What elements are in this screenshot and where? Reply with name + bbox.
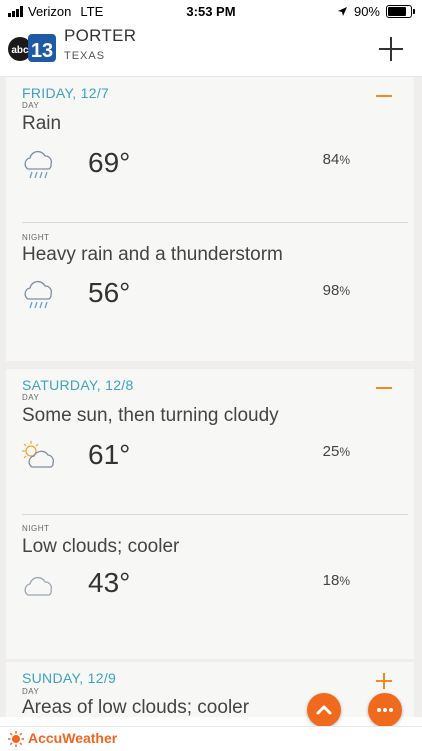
- rain-cloud-icon: [24, 150, 52, 179]
- svg-text:13: 13: [31, 40, 53, 62]
- period-label: DAY: [22, 687, 40, 696]
- day-card-sunday: SUNDAY, 12/9 DAY Areas of low clouds; co…: [6, 662, 414, 717]
- accuweather-sun-icon: [8, 731, 24, 747]
- partly-sunny-icon: [22, 441, 54, 468]
- battery-icon: [386, 5, 415, 18]
- scroll-up-button[interactable]: [307, 693, 341, 727]
- period-label: DAY: [22, 393, 40, 402]
- precip-probability: 98%: [322, 282, 350, 299]
- weather-phrase: Areas of low clouds; cooler: [22, 697, 250, 717]
- temperature: 69°: [88, 147, 131, 178]
- day-date: SATURDAY, 12/8: [22, 377, 134, 393]
- add-location-button[interactable]: [378, 36, 404, 62]
- day-card-friday: FRIDAY, 12/7 DAY Rain 69° 84% NIGHT Heav…: [6, 77, 414, 361]
- period-divider: [22, 514, 408, 515]
- rain-cloud-icon: [24, 280, 52, 309]
- forecast-list[interactable]: FRIDAY, 12/7 DAY Rain 69° 84% NIGHT Heav…: [0, 77, 422, 717]
- abc13-logo: abc 13: [8, 34, 56, 62]
- chevron-up-icon: [316, 705, 332, 715]
- collapse-toggle-button[interactable]: [376, 88, 392, 104]
- precip-probability: 25%: [322, 443, 350, 460]
- period-label: NIGHT: [22, 524, 50, 533]
- weather-phrase: Rain: [22, 113, 62, 134]
- location-arrow-icon: [337, 7, 347, 16]
- precip-probability: 84%: [322, 151, 350, 168]
- day-date: FRIDAY, 12/7: [22, 85, 110, 101]
- accuweather-brand[interactable]: AccuWeather: [28, 730, 117, 746]
- app-header: abc 13 PORTER TEXAS: [0, 24, 422, 77]
- location-state: TEXAS: [64, 50, 106, 62]
- temperature: 61°: [88, 439, 131, 470]
- weather-phrase: Some sun, then turning cloudy: [22, 405, 279, 426]
- day-card-saturday: SATURDAY, 12/8 DAY Some sun, then turnin…: [6, 369, 414, 659]
- period-label: NIGHT: [22, 233, 50, 242]
- precip-probability: 18%: [322, 572, 350, 589]
- footer-bar: AccuWeather: [0, 726, 422, 751]
- temperature: 43°: [88, 567, 131, 598]
- expand-toggle-button[interactable]: [376, 673, 392, 689]
- battery-percent: 90%: [353, 4, 380, 19]
- more-options-button[interactable]: [368, 693, 402, 727]
- weather-phrase: Heavy rain and a thunderstorm: [22, 244, 283, 265]
- weather-phrase: Low clouds; cooler: [22, 536, 180, 557]
- status-bar: Verizon LTE 3:53 PM 90%: [0, 0, 422, 24]
- temperature: 56°: [88, 277, 131, 308]
- cloud-icon: [24, 576, 52, 596]
- status-right: 90%: [337, 4, 415, 19]
- day-date: SUNDAY, 12/9: [22, 670, 117, 686]
- svg-text:abc: abc: [11, 45, 29, 56]
- more-icon: [377, 708, 393, 712]
- period-label: DAY: [22, 101, 40, 110]
- location-city[interactable]: PORTER: [64, 26, 136, 46]
- period-divider: [22, 222, 408, 223]
- collapse-toggle-button[interactable]: [376, 380, 392, 396]
